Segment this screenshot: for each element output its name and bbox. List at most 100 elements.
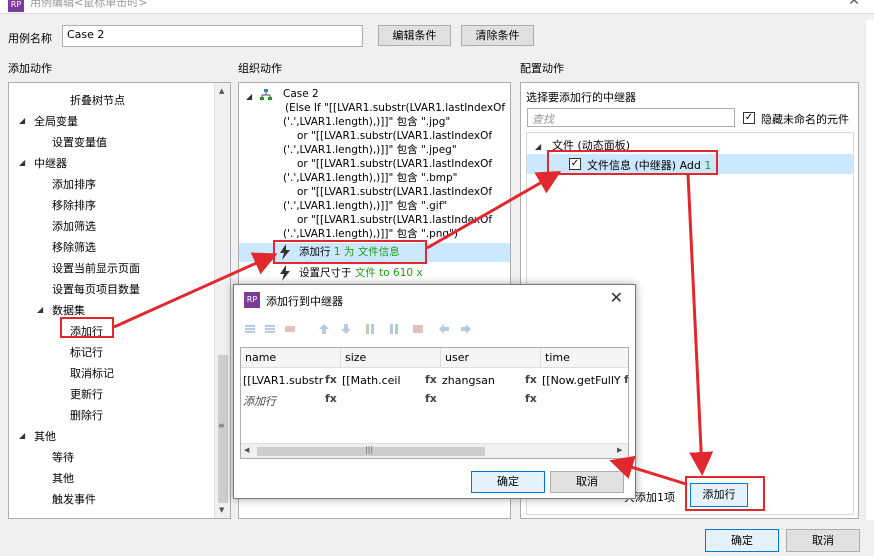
scroll-grip-icon: ≡ [218,421,225,430]
add-row-dialog: RP 添加行到中继器 ✕ name size user time [[LVAR1… [233,284,636,499]
scroll-grip-icon: ||| [365,445,374,454]
condition-line: ('.',LVAR1.length),)]]" 包含 ".jpeg" [283,144,457,156]
scroll-down-icon[interactable]: ▼ [219,506,224,514]
dialog-ok-button[interactable]: 确定 [471,471,545,493]
dialog-title: 添加行到中继器 [266,295,343,308]
repeater-search-input[interactable]: 查找 [527,108,735,127]
highlight-box-add-row [60,317,114,338]
condition-line: ('.',LVAR1.length),)]]" 包含 ".png") [283,228,459,240]
tree-group-dataset[interactable]: 数据集 [52,302,85,318]
background-canvas-edge [866,20,874,520]
cell-size-1[interactable]: [[Math.ceil [342,374,401,387]
data-grid: name size user time [[LVAR1.substr fx [[… [240,347,629,459]
cell-name-1[interactable]: [[LVAR1.substr [243,374,323,387]
expand-triangle-icon[interactable]: ◢ [37,305,43,314]
action-set-size-text[interactable]: 设置尺寸于 文件 to 610 x [299,266,423,280]
scroll-left-icon[interactable]: ◀ [244,446,249,454]
fx-icon[interactable]: fx [624,373,628,386]
tree-item-set-variable[interactable]: 设置变量值 [52,134,107,150]
move-left-icon[interactable] [438,323,450,335]
fx-icon[interactable]: fx [325,373,337,386]
condition-line: ('.',LVAR1.length),)]]" 包含 ".gif" [283,200,448,212]
tree-item-remove-filter[interactable]: 移除筛选 [52,239,96,255]
condition-line: or "[[LVAR1.substr(LVAR1.lastIndexOf [297,130,493,142]
highlight-box-repeater [547,150,718,175]
fx-icon[interactable]: fx [425,392,437,405]
expand-triangle-icon[interactable]: ◢ [246,92,252,101]
left-panel-scrollbar[interactable]: ▲ ≡ ▼ [214,83,230,518]
expand-triangle-icon[interactable]: ◢ [535,142,541,151]
column-header-size[interactable]: size [341,348,441,368]
add-action-header: 添加动作 [8,62,52,75]
add-row-icon[interactable] [264,323,276,335]
column-header-user[interactable]: user [441,348,541,368]
configure-action-header: 配置动作 [520,62,564,75]
tree-item-set-current-page[interactable]: 设置当前显示页面 [52,260,140,276]
cell-time-1[interactable]: [[Now.getFullY [542,374,621,387]
tree-item-delete-row[interactable]: 删除行 [70,407,103,423]
rp-logo-icon: RP [8,0,24,12]
clear-condition-button[interactable]: 清除条件 [461,25,534,46]
tree-group-other[interactable]: 其他 [34,428,56,444]
dialog-close-icon[interactable]: ✕ [610,288,623,307]
tree-item-add-sort[interactable]: 添加排序 [52,176,96,192]
tree-item-add-filter[interactable]: 添加筛选 [52,218,96,234]
tree-item-update-row[interactable]: 更新行 [70,386,103,402]
expand-triangle-icon[interactable]: ◢ [19,431,25,440]
column-header-name[interactable]: name [241,348,341,368]
fx-icon[interactable]: fx [525,392,537,405]
dialog-cancel-button[interactable]: 取消 [550,471,624,493]
fx-icon[interactable]: fx [425,373,437,386]
tree-item-other[interactable]: 其他 [52,470,74,486]
expand-triangle-icon[interactable]: ◢ [19,116,25,125]
lightning-icon [280,265,290,281]
grid-horizontal-scrollbar[interactable]: ◀ ||| ▶ [241,443,628,458]
case-name-input[interactable]: Case 2 [62,25,363,47]
condition-line: or "[[LVAR1.substr(LVAR1.lastIndexOf [297,186,493,198]
edit-condition-button[interactable]: 编辑条件 [378,25,451,46]
case-title[interactable]: Case 2 [283,87,319,101]
tree-group-repeater[interactable]: 中继器 [34,155,67,171]
add-column-icon[interactable] [388,323,400,335]
delete-column-icon[interactable] [412,323,424,335]
fx-icon[interactable]: fx [525,373,537,386]
condition-line: or "[[LVAR1.substr(LVAR1.lastIndexOf [297,158,493,170]
main-cancel-button[interactable]: 取消 [786,529,860,552]
insert-row-icon[interactable] [244,323,256,335]
organize-action-header: 组织动作 [238,62,282,75]
move-right-icon[interactable] [460,323,472,335]
move-down-icon[interactable] [340,323,352,335]
hide-unnamed-label: 隐藏未命名的元件 [761,113,849,126]
window-close-icon[interactable]: ✕ [848,0,860,9]
tree-item-unmark-row[interactable]: 取消标记 [70,365,114,381]
condition-line: or "[[LVAR1.substr(LVAR1.lastIndexOf [297,214,493,226]
fx-icon[interactable]: fx [325,392,337,405]
tree-item-mark-row[interactable]: 标记行 [70,344,103,360]
case-flow-icon [260,89,272,100]
delete-row-icon[interactable] [284,323,296,335]
column-header-time[interactable]: time [541,348,628,368]
highlight-box-add-row-button [685,476,765,511]
scroll-right-icon[interactable]: ▶ [617,446,622,454]
condition-line: ('.',LVAR1.length),)]]" 包含 ".jpg" [283,116,451,128]
select-repeater-label: 选择要添加行的中继器 [526,91,636,104]
condition-line: (Else If "[[LVAR1.substr(LVAR1.lastIndex… [285,102,506,114]
scroll-up-icon[interactable]: ▲ [219,87,224,95]
cell-user-1[interactable]: zhangsan [442,374,495,387]
tree-item-remove-sort[interactable]: 移除排序 [52,197,96,213]
add-action-panel: 折叠树节点 ◢ 全局变量 设置变量值 ◢ 中继器 添加排序 移除排序 添加筛选 … [8,82,231,519]
tree-group-global-variable[interactable]: 全局变量 [34,113,78,129]
tree-item-wait[interactable]: 等待 [52,449,74,465]
tree-item-set-items-per-page[interactable]: 设置每页项目数量 [52,281,140,297]
move-up-icon[interactable] [318,323,330,335]
tree-item-trigger-event[interactable]: 触发事件 [52,491,96,507]
case-name-label: 用例名称 [8,32,52,45]
cell-add-row-placeholder[interactable]: 添加行 [243,393,276,409]
main-ok-button[interactable]: 确定 [705,529,779,552]
hide-unnamed-checkbox[interactable]: ✓ [743,112,755,124]
insert-column-icon[interactable] [364,323,376,335]
expand-triangle-icon[interactable]: ◢ [19,158,25,167]
highlight-box-add-row-action [273,240,427,264]
tree-item-collapse-tree-node[interactable]: 折叠树节点 [70,92,125,108]
window-title: 用例编辑<鼠标单击时> [30,0,148,9]
